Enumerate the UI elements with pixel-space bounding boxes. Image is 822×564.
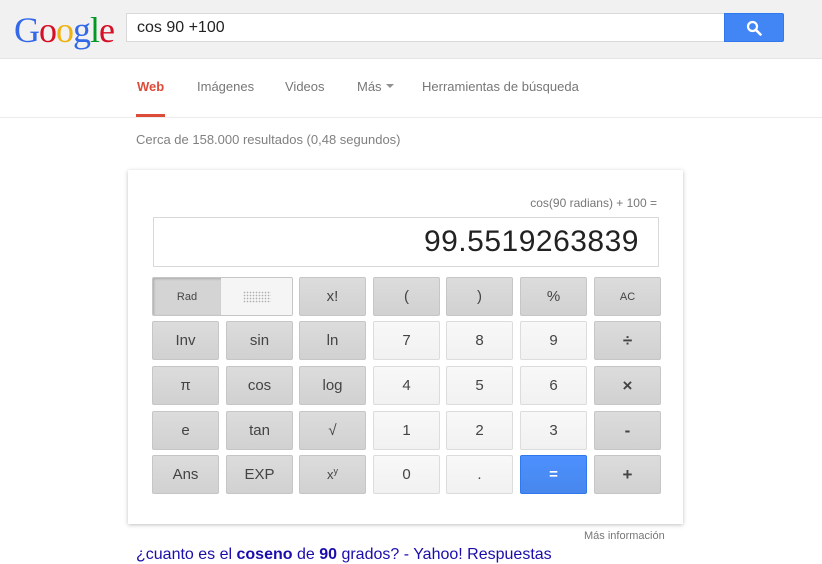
result-text: grados? - Yahoo! Respuestas [337,546,552,563]
search-box [126,13,724,42]
grid-dots-icon [242,290,271,303]
logo-letter: G [14,10,40,50]
pi-button[interactable]: π [152,366,219,405]
result-highlight: 90 [319,546,337,563]
sqrt-button[interactable]: √ [299,411,366,450]
digit-7-button[interactable]: 7 [373,321,440,360]
digit-0-button[interactable]: 0 [373,455,440,494]
percent-button[interactable]: % [520,277,587,316]
tab-images[interactable]: Imágenes [197,79,254,117]
logo-letter: e [99,10,115,50]
right-paren-button[interactable]: ) [446,277,513,316]
digit-1-button[interactable]: 1 [373,411,440,450]
search-result-title[interactable]: ¿cuanto es el coseno de 90 grados? - Yah… [136,546,552,564]
result-text: ¿cuanto es el [136,546,237,563]
tan-button[interactable]: tan [226,411,293,450]
ln-button[interactable]: ln [299,321,366,360]
search-input[interactable] [127,14,724,41]
euler-button[interactable]: e [152,411,219,450]
search-icon [746,20,762,36]
digit-5-button[interactable]: 5 [446,366,513,405]
cos-button[interactable]: cos [226,366,293,405]
digit-2-button[interactable]: 2 [446,411,513,450]
divide-button[interactable]: ÷ [594,321,661,360]
top-bar: Google [0,0,822,59]
tab-more[interactable]: Más [357,79,394,117]
search-button[interactable] [724,13,784,42]
google-logo[interactable]: Google [14,10,115,50]
logo-letter: o [39,10,57,50]
digit-6-button[interactable]: 6 [520,366,587,405]
calculator-display: 99.5519263839 [153,217,659,267]
calculator-expression: cos(90 radians) + 100 = [530,196,657,210]
tab-more-label: Más [357,79,382,94]
equals-button[interactable]: = [520,455,587,494]
tab-videos[interactable]: Videos [285,79,325,117]
deg-button[interactable] [221,278,292,315]
digit-4-button[interactable]: 4 [373,366,440,405]
tab-web[interactable]: Web [136,79,166,117]
logo-letter: l [90,10,100,50]
result-text: de [292,546,320,563]
power-exponent: y [333,465,339,476]
digit-3-button[interactable]: 3 [520,411,587,450]
calculator-result: 99.5519263839 [423,225,639,258]
more-info-link[interactable]: Más información [584,530,665,542]
angle-mode-toggle: Rad [152,277,293,316]
tab-search-tools[interactable]: Herramientas de búsqueda [422,79,579,117]
result-stats: Cerca de 158.000 resultados (0,48 segund… [136,132,401,147]
sin-button[interactable]: sin [226,321,293,360]
power-button[interactable]: xy [299,455,366,494]
rad-button[interactable]: Rad [153,278,221,315]
chevron-down-icon [385,83,394,88]
logo-letter: o [56,10,74,50]
digit-9-button[interactable]: 9 [520,321,587,360]
all-clear-button[interactable]: AC [594,277,661,316]
exp-button[interactable]: EXP [226,455,293,494]
search-tabs: Web Imágenes Videos Más Herramientas de … [0,59,822,118]
multiply-button[interactable]: × [594,366,661,405]
plus-button[interactable]: + [594,455,661,494]
logo-letter: g [73,10,91,50]
minus-button[interactable]: - [594,411,661,450]
ans-button[interactable]: Ans [152,455,219,494]
digit-8-button[interactable]: 8 [446,321,513,360]
inverse-button[interactable]: Inv [152,321,219,360]
result-highlight: coseno [236,546,293,563]
decimal-button[interactable]: . [446,455,513,494]
calculator-card: cos(90 radians) + 100 = 99.5519263839 Ra… [128,170,683,524]
factorial-button[interactable]: x! [299,277,366,316]
left-paren-button[interactable]: ( [373,277,440,316]
log-button[interactable]: log [299,366,366,405]
